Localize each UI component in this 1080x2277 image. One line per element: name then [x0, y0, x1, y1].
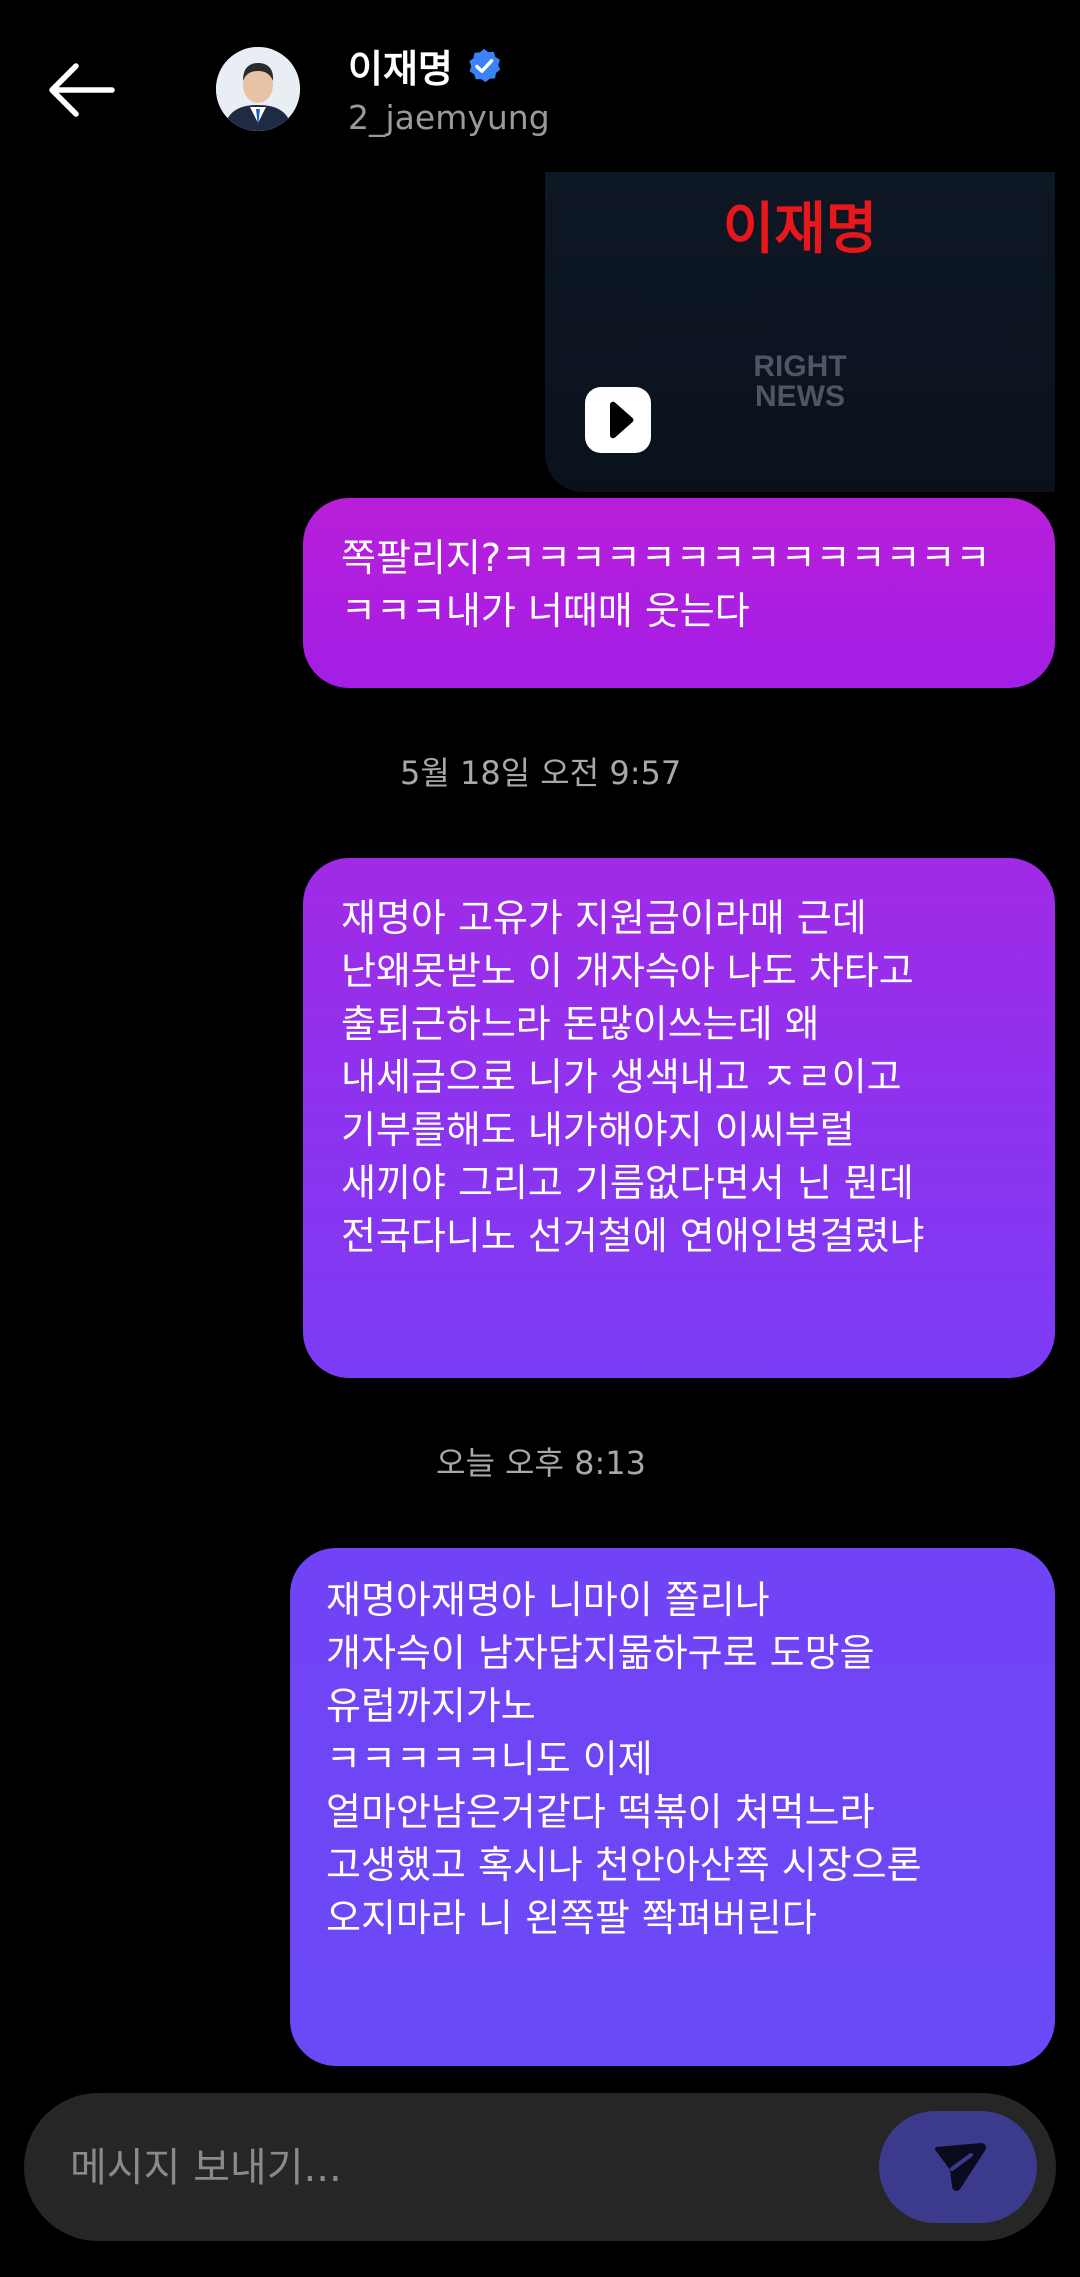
video-title-text: 이재명 [722, 197, 878, 262]
message-line: 재명아 고유가 지원금이라매 근데 [341, 896, 867, 940]
message-line: 오지마라 니 왼쪽팔 쫙펴버린다 [326, 1896, 817, 1940]
message-line: 난왜못받노 이 개자슥아 나도 차타고 [341, 949, 914, 993]
message-timestamp: 5월 18일 오전 9:57 [400, 754, 682, 792]
profile-handle: 2_jaemyung [348, 98, 550, 137]
arrow-left-icon [49, 63, 115, 117]
message-line: ㅋㅋㅋㅋㅋ니도 이제 [326, 1737, 653, 1781]
message-line: 고생했고 혹시나 천안아산쪽 시장으론 [326, 1843, 922, 1887]
message-composer [24, 2093, 1056, 2241]
message-line: 전국다니노 선거철에 연애인병걸렸냐 [341, 1214, 925, 1258]
profile-name: 이재명 [348, 47, 453, 91]
message-line: 얼마안남은거같다 떡볶이 처먹느라 [326, 1790, 875, 1834]
message-line: 개자슥이 남자답지몲하구로 도망을 [326, 1631, 875, 1675]
chat-header: 이재명 2_jaemyung [0, 0, 1080, 170]
message-line: 출퇴근하느라 돈많이쓰는데 왜 [341, 1002, 820, 1046]
message-bubble[interactable]: 쪽팔리지?ㅋㅋㅋㅋㅋㅋㅋㅋㅋㅋㅋㅋㅋㅋ ㅋㅋㅋ내가 너때매 웃는다 [303, 498, 1055, 688]
avatar[interactable] [216, 47, 300, 131]
dm-screen: 이재명 2_jaemyung 이재명 RIGHT NEWS 쪽팔리지?ㅋㅋㅋㅋㅋ… [0, 0, 1080, 2277]
message-line: 유럽까지가노 [326, 1684, 536, 1728]
send-icon [935, 2143, 987, 2191]
message-timestamp: 오늘 오후 8:13 [436, 1444, 646, 1482]
message-line: 재명아재명아 니마이 쫄리나 [326, 1578, 770, 1622]
message-line: ㅋㅋㅋ내가 너때매 웃는다 [341, 589, 750, 633]
send-button[interactable] [879, 2111, 1037, 2223]
message-bubble[interactable]: 재명아 고유가 지원금이라매 근데 난왜못받노 이 개자슥아 나도 차타고 출퇴… [303, 858, 1055, 1378]
message-line: 새끼야 그리고 기름없다면서 닌 뭔데 [341, 1161, 914, 1205]
profile-photo-icon [216, 47, 300, 131]
video-watermark-line1: RIGHT [753, 350, 847, 383]
video-message[interactable]: 이재명 RIGHT NEWS [545, 172, 1055, 492]
back-button[interactable] [40, 50, 130, 130]
message-line: 쪽팔리지?ㅋㅋㅋㅋㅋㅋㅋㅋㅋㅋㅋㅋㅋㅋ [341, 536, 991, 580]
verified-badge-icon [469, 48, 501, 82]
message-line: 기부를해도 내가해야지 이씨부럴 [341, 1108, 855, 1152]
message-bubble[interactable]: 재명아재명아 니마이 쫄리나 개자슥이 남자답지몲하구로 도망을 유럽까지가노 … [290, 1548, 1055, 2066]
play-button[interactable] [585, 387, 651, 453]
message-input[interactable] [68, 2129, 852, 2207]
message-line: 내세금으로 니가 생색내고 ㅈㄹ이고 [341, 1055, 902, 1099]
play-icon [610, 401, 634, 439]
profile-name-row[interactable]: 이재명 [348, 38, 503, 93]
